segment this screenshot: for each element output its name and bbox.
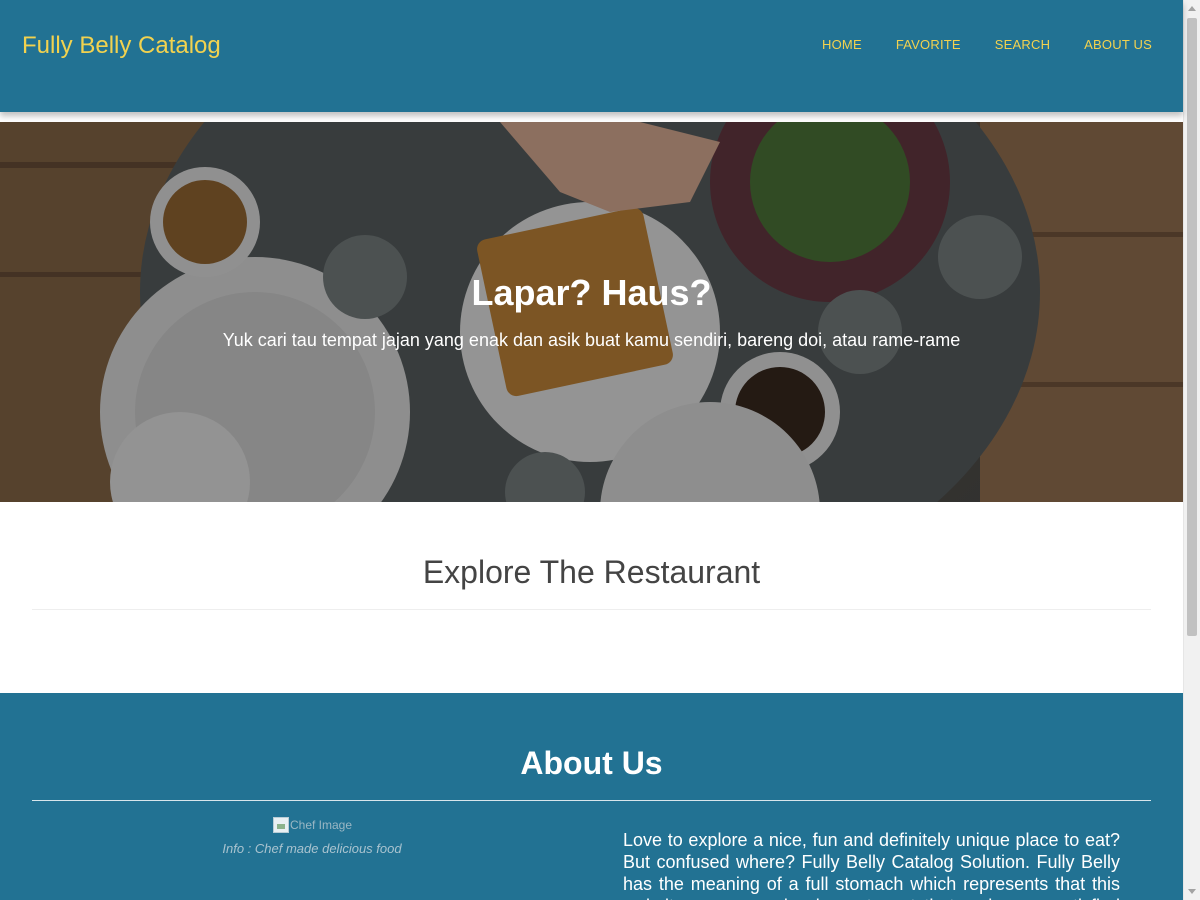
explore-divider	[32, 609, 1151, 610]
about-title: About Us	[520, 745, 663, 781]
scroll-up-arrow-icon[interactable]	[1188, 6, 1196, 11]
scroll-down-arrow-icon[interactable]	[1188, 889, 1196, 894]
nav-search[interactable]: SEARCH	[995, 37, 1050, 52]
nav-favorite[interactable]: FAVORITE	[896, 37, 961, 52]
broken-image-icon	[273, 817, 289, 833]
about-divider	[32, 800, 1151, 801]
hero-section: Lapar? Haus? Yuk cari tau tempat jajan y…	[0, 122, 1183, 502]
page-scrollbar[interactable]	[1183, 0, 1200, 900]
hero-title: Lapar? Haus?	[471, 272, 712, 313]
nav-home[interactable]: HOME	[822, 37, 862, 52]
nav-about-us[interactable]: ABOUT US	[1084, 37, 1152, 52]
chef-image: Chef Image	[273, 817, 352, 833]
about-section: About Us Chef Image Info : Chef made del…	[0, 693, 1183, 900]
main-nav: HOME FAVORITE SEARCH ABOUT US	[822, 37, 1152, 52]
app-header: Fully Belly Catalog HOME FAVORITE SEARCH…	[0, 0, 1183, 112]
scrollbar-thumb[interactable]	[1187, 18, 1197, 636]
brand-title[interactable]: Fully Belly Catalog	[22, 32, 221, 60]
hero-subtitle: Yuk cari tau tempat jajan yang enak dan …	[222, 330, 961, 350]
explore-title: Explore The Restaurant	[422, 554, 761, 590]
about-description: Love to explore a nice, fun and definite…	[623, 830, 1120, 900]
chef-caption: Info : Chef made delicious food	[222, 841, 402, 856]
chef-image-alt: Chef Image	[290, 818, 353, 832]
